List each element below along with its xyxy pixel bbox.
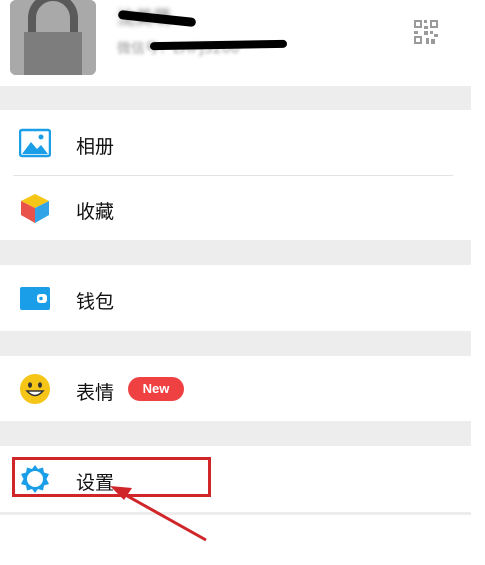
annotation-arrow xyxy=(110,486,207,542)
